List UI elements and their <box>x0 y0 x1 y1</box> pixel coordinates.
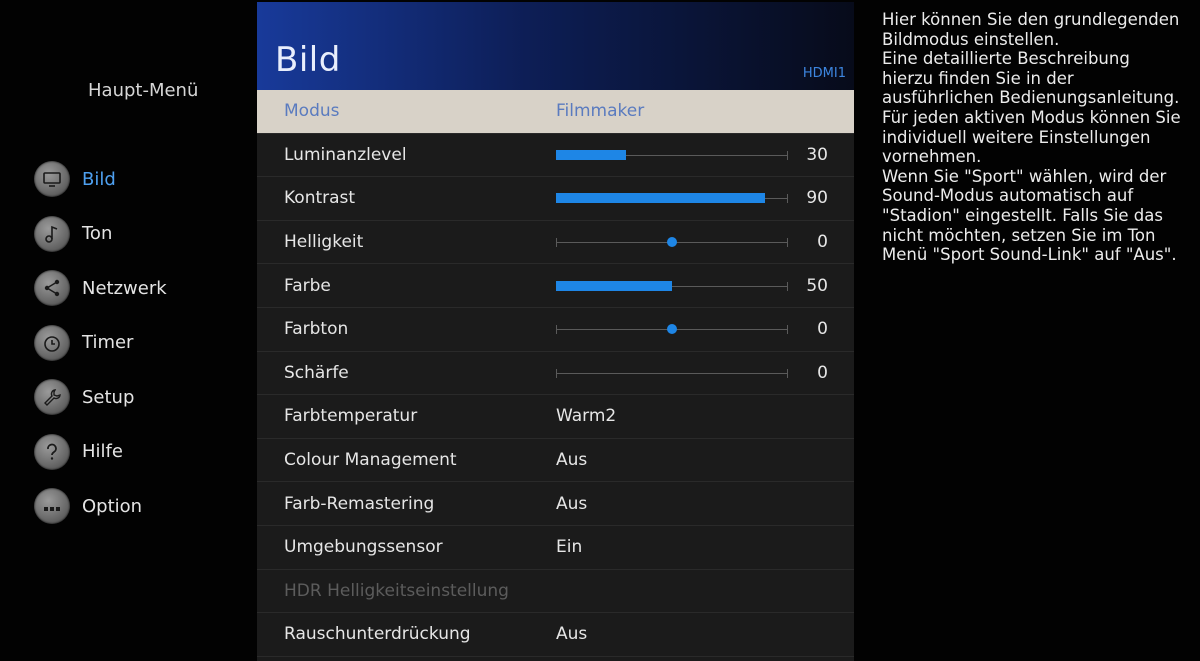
help-paragraph: Für jeden aktiven Modus können Sie indiv… <box>882 107 1181 167</box>
kontrast-slider[interactable] <box>556 193 788 204</box>
setting-label: Modus <box>284 101 340 122</box>
nav-label: Timer <box>82 332 134 354</box>
slider-fill <box>556 149 626 160</box>
slider-fill <box>556 193 765 204</box>
setting-label: Kontrast <box>284 188 356 209</box>
share-network-icon <box>34 270 70 307</box>
setting-label: Farbtemperatur <box>284 406 418 427</box>
schaerfe-slider[interactable] <box>556 368 788 378</box>
setting-value: Filmmaker <box>556 101 645 122</box>
setting-number: 30 <box>806 144 828 165</box>
setting-row-helligkeit[interactable]: Helligkeit 0 <box>257 221 854 265</box>
farbe-slider[interactable] <box>556 280 788 291</box>
setting-value: Aus <box>556 624 588 645</box>
wrench-icon <box>34 379 70 416</box>
setting-label: Farbe <box>284 275 331 296</box>
nav-label: Option <box>82 495 143 517</box>
setting-row-luminanzlevel[interactable]: Luminanzlevel 30 <box>257 134 854 178</box>
nav-label: Netzwerk <box>82 277 167 299</box>
nav-item-timer[interactable]: Timer <box>34 316 167 371</box>
help-text: Hier können Sie den grundlegenden Bildmo… <box>882 10 1182 265</box>
setting-label: Farbton <box>284 319 349 340</box>
setting-row-kontrast[interactable]: Kontrast 90 <box>257 177 854 221</box>
setting-value: Aus <box>556 450 588 471</box>
main-menu-title: Haupt-Menü <box>88 80 199 101</box>
slider-knob <box>667 324 677 335</box>
setting-label: Luminanzlevel <box>284 144 407 165</box>
setting-number: 0 <box>817 319 828 340</box>
setting-number: 90 <box>806 188 828 209</box>
setting-row-farbtemperatur[interactable]: Farbtemperatur Warm2 <box>257 395 854 439</box>
setting-row-colour-management[interactable]: Colour Management Aus <box>257 439 854 483</box>
main-menu-nav: Bild Ton Netzwerk Timer Setup Hilfe Opti… <box>34 152 167 534</box>
nav-label: Ton <box>82 223 113 245</box>
slider-fill <box>556 280 672 291</box>
panel-header: Bild HDMI1 <box>257 2 854 90</box>
question-mark-icon <box>34 433 70 470</box>
nav-item-ton[interactable]: Ton <box>34 207 167 262</box>
luminanzlevel-slider[interactable] <box>556 149 788 160</box>
setting-label: Farb-Remastering <box>284 493 435 514</box>
setting-value: Aus <box>556 493 588 514</box>
setting-label: HDR Helligkeitseinstellung <box>284 580 509 601</box>
nav-item-setup[interactable]: Setup <box>34 370 167 425</box>
setting-label: Helligkeit <box>284 232 364 253</box>
setting-value: Warm2 <box>556 406 617 427</box>
nav-label: Hilfe <box>82 441 123 463</box>
setting-row-hdr-helligkeitseinstellung: HDR Helligkeitseinstellung <box>257 570 854 614</box>
setting-label: Schärfe <box>284 362 349 383</box>
setting-label: Colour Management <box>284 450 457 471</box>
music-note-icon <box>34 215 70 252</box>
nav-label: Bild <box>82 168 116 190</box>
setting-row-farb-remastering[interactable]: Farb-Remastering Aus <box>257 482 854 526</box>
help-paragraph: Wenn Sie "Sport" wählen, wird der Sound-… <box>882 166 1177 265</box>
setting-row-schaerfe[interactable]: Schärfe 0 <box>257 352 854 396</box>
slider-knob <box>667 237 677 248</box>
setting-row-rauschunterdrueckung[interactable]: Rauschunterdrückung Aus <box>257 613 854 657</box>
nav-item-hilfe[interactable]: Hilfe <box>34 425 167 480</box>
setting-number: 0 <box>817 232 828 253</box>
setting-number: 50 <box>806 275 828 296</box>
setting-value: Ein <box>556 537 583 558</box>
nav-item-bild[interactable]: Bild <box>34 152 167 207</box>
clock-icon <box>34 324 70 361</box>
picture-settings-panel: Bild HDMI1 Modus Filmmaker Luminanzlevel… <box>257 2 854 661</box>
panel-title: Bild <box>275 40 341 80</box>
helligkeit-slider[interactable] <box>556 237 788 248</box>
setting-row-farbton[interactable]: Farbton 0 <box>257 308 854 352</box>
setting-row-farbe[interactable]: Farbe 50 <box>257 264 854 308</box>
settings-list: Modus Filmmaker Luminanzlevel 30 Kontras… <box>257 90 854 657</box>
setting-row-modus[interactable]: Modus Filmmaker <box>257 90 854 134</box>
setting-label: Umgebungssensor <box>284 537 443 558</box>
help-paragraph: Eine detaillierte Beschreibung hierzu fi… <box>882 49 1180 108</box>
tv-icon <box>34 161 70 198</box>
setting-row-umgebungssensor[interactable]: Umgebungssensor Ein <box>257 526 854 570</box>
dots-icon <box>34 488 70 525</box>
farbton-slider[interactable] <box>556 324 788 335</box>
nav-label: Setup <box>82 386 135 408</box>
help-paragraph: Hier können Sie den grundlegenden Bildmo… <box>882 10 1180 49</box>
input-source-badge: HDMI1 <box>802 66 846 81</box>
nav-item-option[interactable]: Option <box>34 479 167 534</box>
setting-label: Rauschunterdrückung <box>284 624 471 645</box>
nav-item-netzwerk[interactable]: Netzwerk <box>34 261 167 316</box>
setting-number: 0 <box>817 362 828 383</box>
